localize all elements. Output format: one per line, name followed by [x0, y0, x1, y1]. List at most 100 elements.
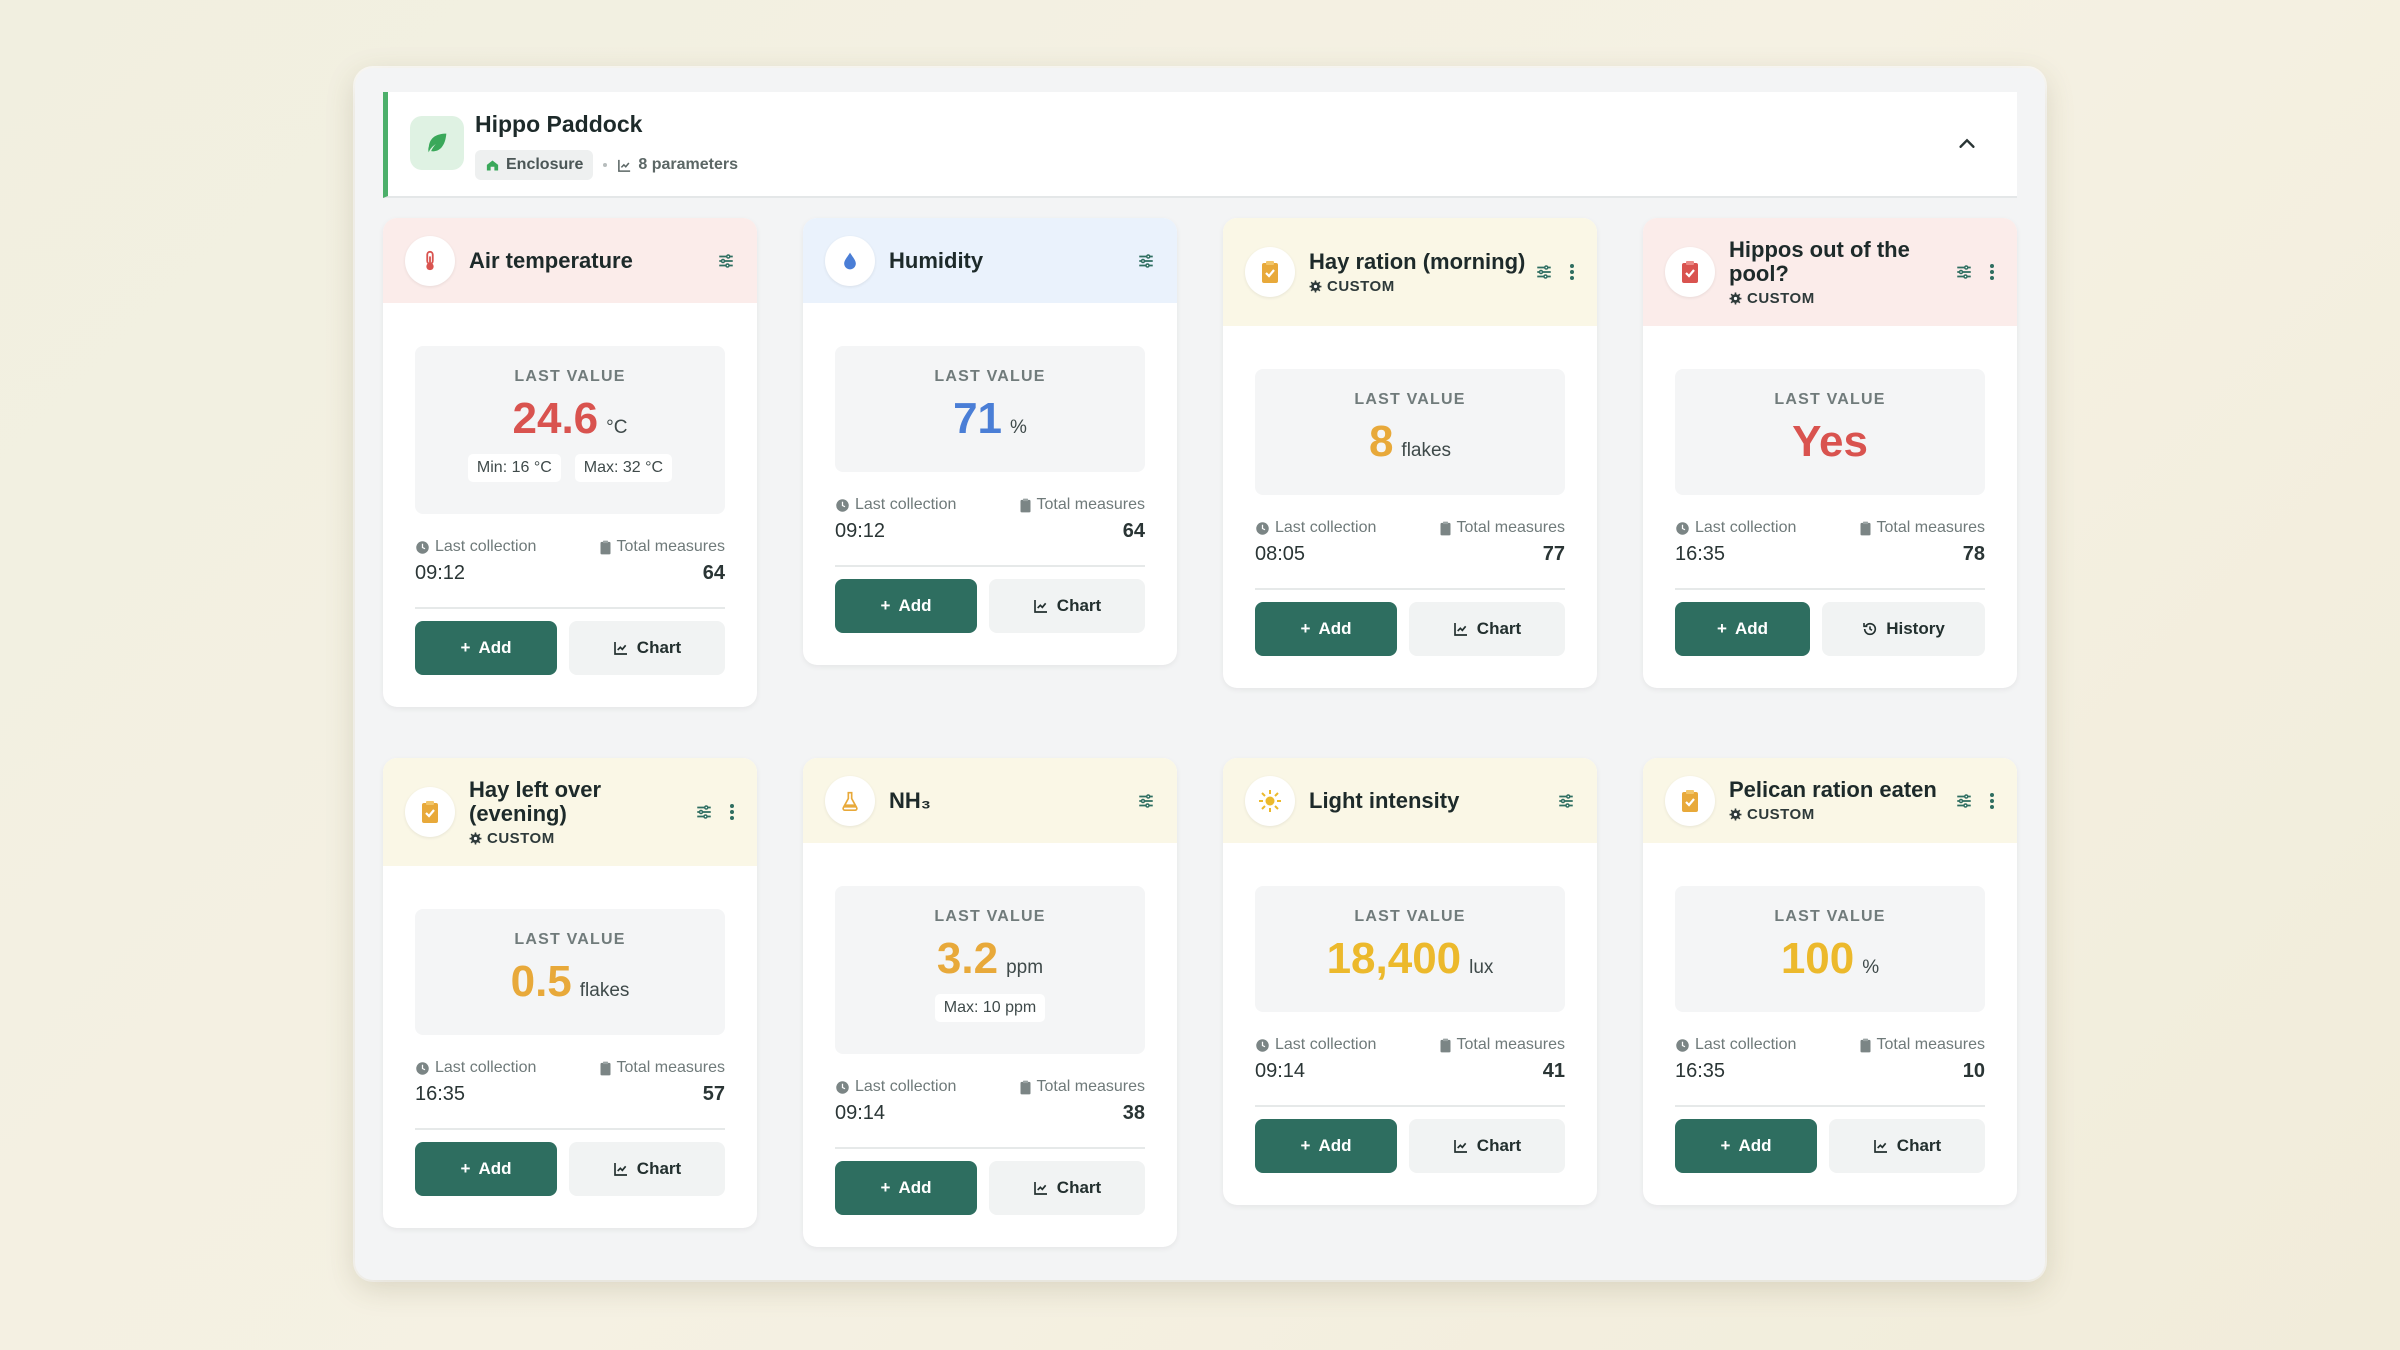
last-value-box: LAST VALUE 71% [835, 346, 1145, 472]
gear-icon [1729, 808, 1742, 821]
last-value-label: LAST VALUE [934, 368, 1046, 385]
more-options-icon[interactable] [729, 803, 735, 821]
max-value: Max: 32 °C [574, 454, 673, 482]
add-button[interactable]: + Add [835, 1161, 977, 1215]
total-measures-count: 38 [1122, 1102, 1145, 1124]
enclosure-panel: Hippo Paddock Enclosure 8 parameters Air… [355, 68, 2045, 1280]
add-button[interactable]: + Add [415, 1142, 557, 1196]
add-button[interactable]: + Add [835, 579, 977, 633]
min-value: Min: 16 °C [467, 454, 561, 482]
chart-button[interactable]: Chart [569, 621, 725, 675]
add-label: Add [1734, 619, 1768, 638]
plus-icon: + [880, 1178, 891, 1197]
last-collection-time: 09:14 [835, 1102, 886, 1124]
last-collection-time: 08:05 [1255, 543, 1306, 565]
card-title: Pelican ration eaten [1729, 777, 1937, 802]
chart-button[interactable]: Chart [1409, 1119, 1565, 1173]
total-measures-label: Total measures [1876, 519, 1986, 536]
last-value-label: LAST VALUE [514, 931, 626, 948]
last-value: 24.6 [512, 394, 599, 443]
card-header: Light intensity [1223, 758, 1597, 843]
add-button[interactable]: + Add [415, 621, 557, 675]
clock-icon [1256, 521, 1269, 535]
settings-sliders-icon[interactable] [1137, 252, 1155, 270]
last-value-box: LAST VALUE 100% [1675, 886, 1985, 1012]
last-collection-label: Last collection [435, 1059, 537, 1076]
line-chart-icon [1033, 600, 1047, 613]
card-header: NH₃ [803, 758, 1177, 843]
last-collection-label: Last collection [855, 1078, 957, 1095]
last-value: 0.5 [510, 957, 572, 1006]
total-measures-count: 57 [702, 1083, 725, 1105]
settings-sliders-icon[interactable] [1557, 792, 1575, 810]
total-measures-count: 64 [1122, 520, 1145, 542]
chart-button[interactable]: Chart [1829, 1119, 1985, 1173]
chart-label: Chart [1056, 596, 1102, 615]
total-measures-label: Total measures [1036, 496, 1146, 513]
chart-button[interactable]: Chart [1409, 602, 1565, 656]
history-icon [1863, 622, 1877, 636]
parameter-card: Humidity LAST VALUE 71% Last collection … [803, 218, 1177, 665]
custom-badge: CUSTOM [469, 830, 695, 847]
parameter-card: Air temperature LAST VALUE 24.6 °C Min: 1… [383, 218, 757, 707]
collapse-button[interactable] [1953, 130, 1981, 158]
add-button[interactable]: + Add [1255, 1119, 1397, 1173]
clipboard-icon [1020, 498, 1030, 512]
add-button[interactable]: + Add [1675, 1119, 1817, 1173]
last-value-box: LAST VALUE 0.5 flakes [415, 909, 725, 1035]
sun-icon [1245, 775, 1295, 826]
history-button[interactable]: History [1822, 602, 1985, 656]
add-button[interactable]: + Add [1675, 602, 1810, 656]
card-title: Light intensity [1309, 787, 1460, 813]
clipboard-check-icon [1245, 247, 1295, 297]
add-label: Add [1318, 1136, 1352, 1155]
clipboard-check-icon [1665, 247, 1715, 297]
chart-label: Chart [1476, 1136, 1522, 1155]
settings-sliders-icon[interactable] [695, 803, 713, 821]
value-unit: °C [606, 417, 628, 438]
gear-icon [469, 832, 482, 844]
plus-icon: + [1300, 1136, 1311, 1155]
more-options-icon[interactable] [1989, 792, 1995, 810]
settings-sliders-icon[interactable] [1535, 263, 1553, 281]
last-collection-time: 09:12 [835, 520, 886, 542]
clock-icon [1676, 1038, 1689, 1052]
last-value-label: LAST VALUE [1774, 391, 1886, 408]
total-measures-count: 64 [702, 562, 725, 584]
total-measures-label: Total measures [1456, 519, 1566, 536]
flask-icon [825, 775, 875, 826]
value-unit: % [1010, 417, 1027, 438]
clipboard-icon [1440, 521, 1450, 535]
settings-sliders-icon[interactable] [1955, 263, 1973, 281]
last-collection-time: 16:35 [1675, 543, 1726, 565]
settings-sliders-icon[interactable] [717, 252, 735, 270]
total-measures-label: Total measures [1036, 1078, 1146, 1095]
plus-icon: + [1300, 619, 1311, 638]
chart-button[interactable]: Chart [989, 579, 1145, 633]
enclosure-type-badge: Enclosure [475, 150, 594, 180]
last-collection-time: 16:35 [1675, 1060, 1726, 1082]
settings-sliders-icon[interactable] [1955, 792, 1973, 810]
settings-sliders-icon[interactable] [1137, 792, 1155, 810]
clock-icon [836, 498, 849, 512]
chart-label: Chart [1896, 1136, 1942, 1155]
line-chart-icon [1453, 623, 1467, 636]
card-header: Hippos out of the pool? CUSTOM [1643, 218, 2017, 326]
chart-button[interactable]: Chart [569, 1142, 725, 1196]
clock-icon [836, 1080, 849, 1094]
enclosure-type-label: Enclosure [506, 156, 584, 173]
more-options-icon[interactable] [1989, 263, 1995, 281]
card-title: Humidity [889, 247, 984, 273]
custom-badge: CUSTOM [1729, 290, 1955, 307]
card-header: Pelican ration eaten CUSTOM [1643, 758, 2017, 843]
value-unit: flakes [579, 980, 630, 1001]
last-value-box: LAST VALUE 8 flakes [1255, 369, 1565, 495]
header-meta: Enclosure 8 parameters [475, 150, 738, 180]
last-value-label: LAST VALUE [1354, 908, 1466, 925]
last-collection-time: 16:35 [415, 1083, 466, 1105]
card-header: Humidity [803, 218, 1177, 303]
last-value-box: LAST VALUE Yes [1675, 369, 1985, 495]
more-options-icon[interactable] [1569, 263, 1575, 281]
add-button[interactable]: + Add [1255, 602, 1397, 656]
chart-button[interactable]: Chart [989, 1161, 1145, 1215]
